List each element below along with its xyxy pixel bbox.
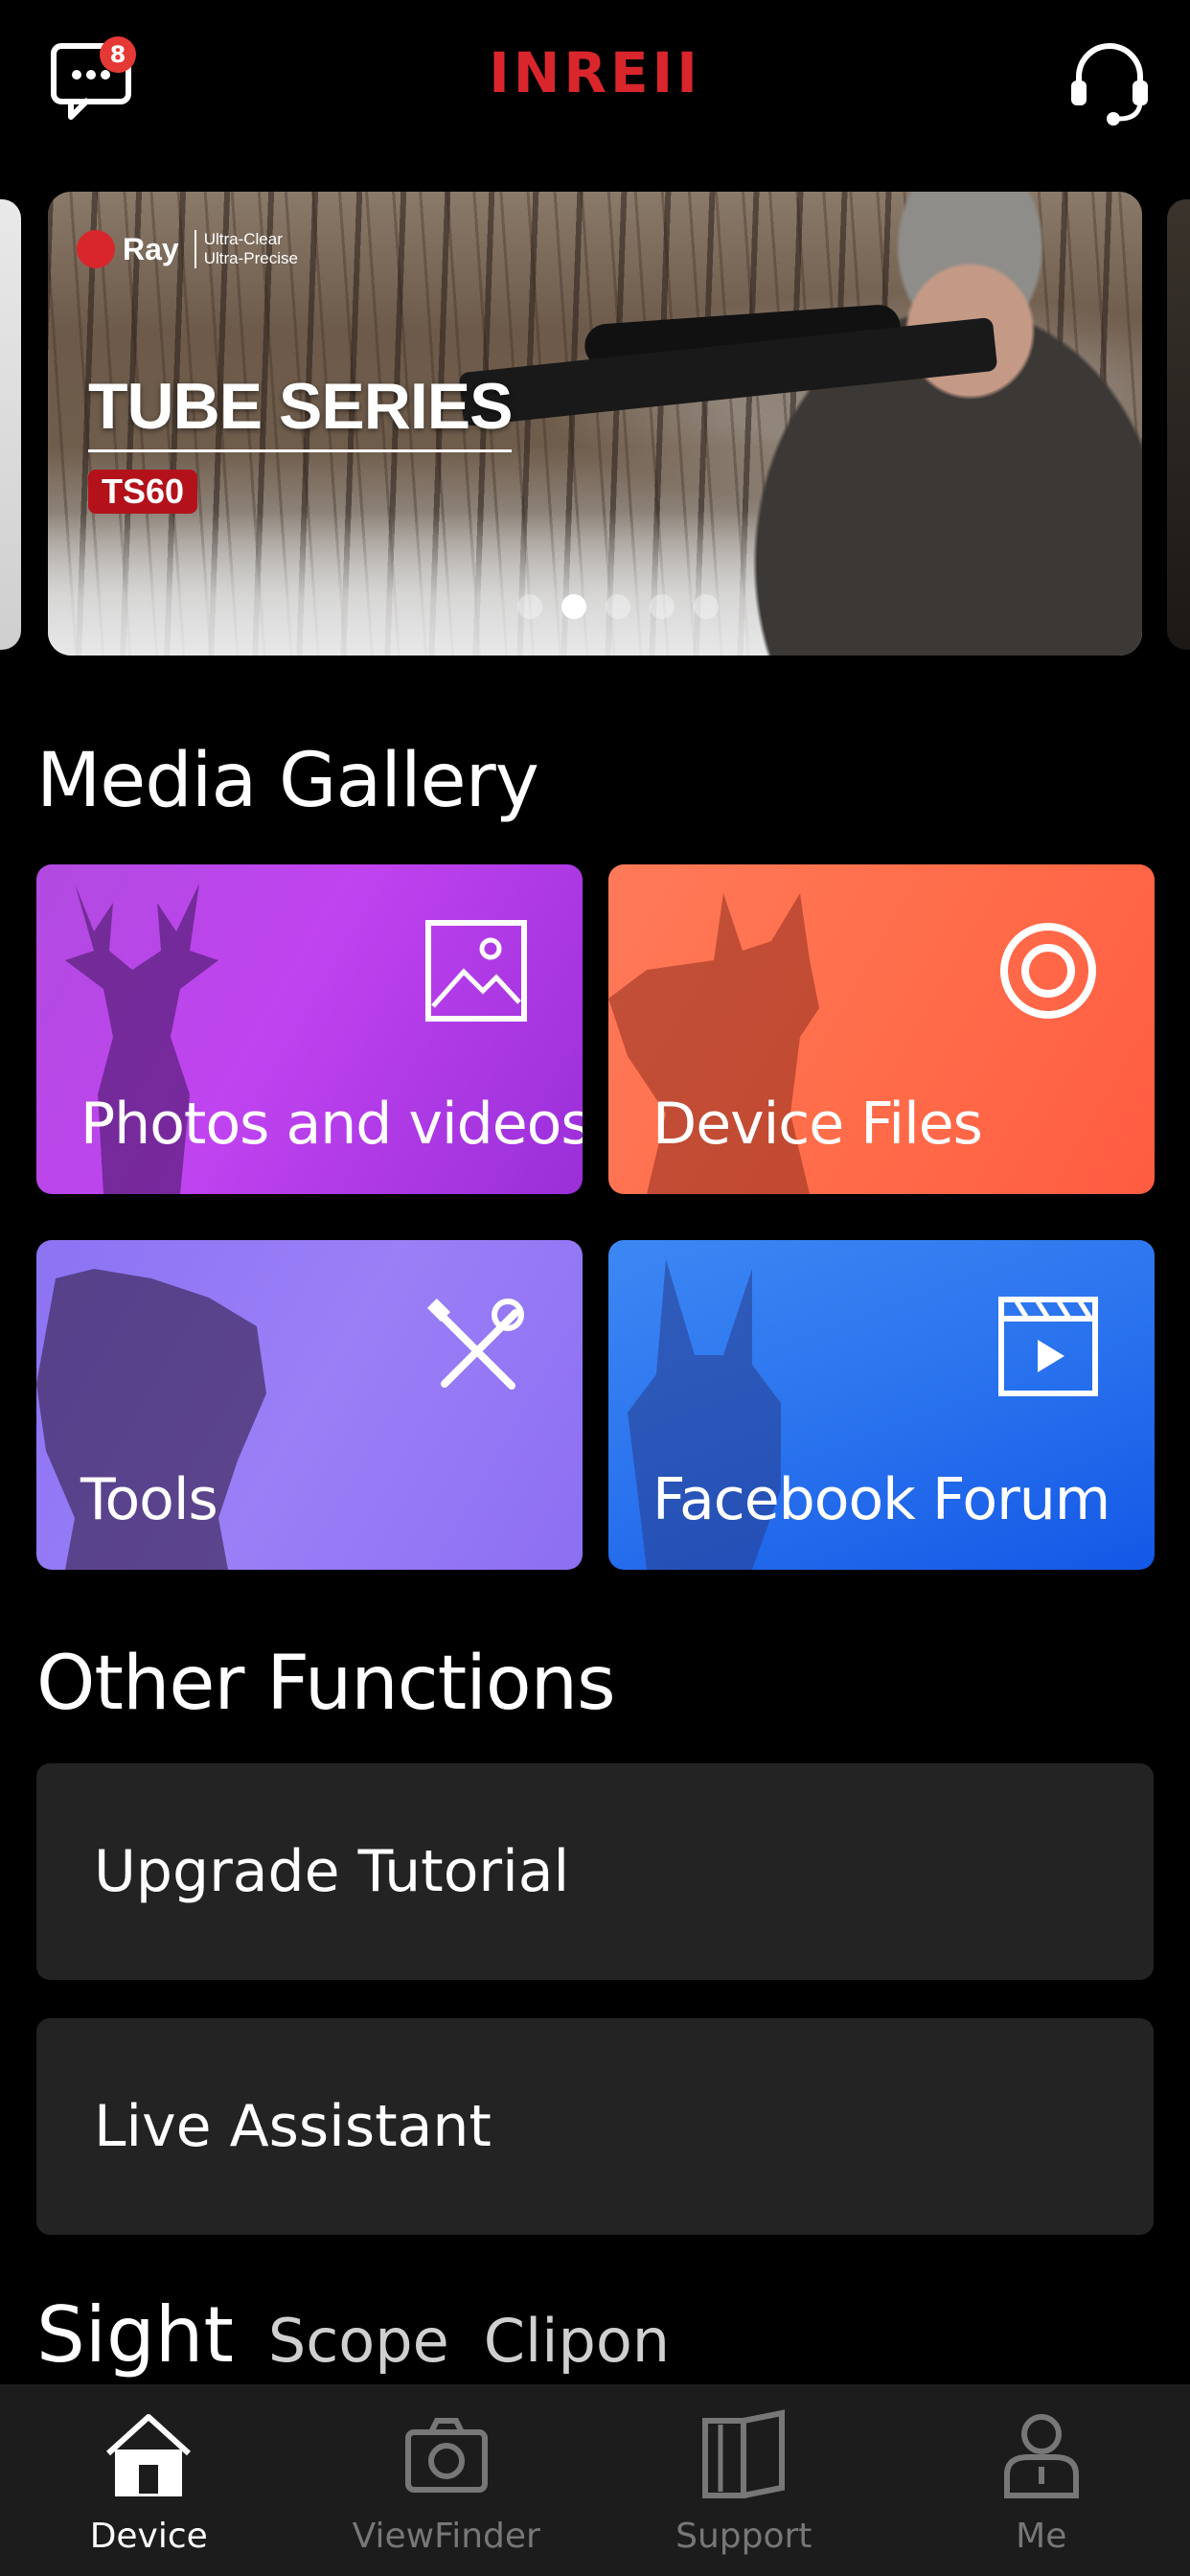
other-functions-title: Other Functions [36,1641,616,1727]
carousel-dot-active[interactable] [561,594,586,619]
carousel-dot[interactable] [694,594,719,619]
carousel-dot[interactable] [650,594,675,619]
device-files-tile[interactable]: Device Files [608,864,1155,1194]
banner-logo-tagline: Ultra-Clear Ultra-Precise [194,230,298,268]
banner-photo-hunter [661,192,1142,656]
nav-label: Support [675,2517,812,2556]
nav-viewfinder[interactable]: ViewFinder [298,2384,596,2576]
list-item-label: Live Assistant [94,2093,492,2160]
banner-model-tag: TS60 [88,470,198,514]
tools-icon [426,1298,524,1390]
brand-mark-icon [77,230,115,268]
nav-label: Me [1016,2517,1067,2556]
nav-label: Device [89,2517,208,2556]
tile-label: Facebook Forum [652,1466,1110,1533]
banner-title: TUBE SERIES [88,369,513,452]
carousel-prev-slide[interactable] [0,199,21,650]
carousel-dot[interactable] [517,594,542,619]
bottom-navigation: Device ViewFinder Support Me [0,2384,1190,2576]
carousel-dot[interactable] [606,594,630,619]
book-icon [702,2409,786,2498]
carousel-next-slide[interactable] [1167,199,1190,650]
camera-icon [404,2418,488,2493]
nav-support[interactable]: Support [595,2384,893,2576]
video-icon [998,1297,1098,1396]
header: 8 INREII [0,0,1190,163]
tile-label: Photos and videos [80,1091,583,1158]
customer-service-button[interactable] [1065,38,1154,126]
banner-brand-logo: Ray Ultra-Clear Ultra-Precise [77,230,298,268]
nav-me[interactable]: Me [893,2384,1190,2576]
carousel-slide-active[interactable]: Ray Ultra-Clear Ultra-Precise TUBE SERIE… [48,192,1142,656]
tab-scope[interactable]: Scope [268,2306,449,2376]
banner-logo-text: Ray [123,231,179,266]
promo-carousel[interactable]: Ray Ultra-Clear Ultra-Precise TUBE SERIE… [0,192,1190,656]
upgrade-tutorial-item[interactable]: Upgrade Tutorial [36,1763,1154,1980]
carousel-indicators [517,594,719,619]
tools-tile[interactable]: Tools [36,1240,583,1570]
nav-label: ViewFinder [352,2517,540,2556]
home-icon [106,2414,192,2496]
tab-sight[interactable]: Sight [36,2290,234,2380]
headset-icon [1071,43,1148,126]
tile-label: Tools [80,1466,218,1533]
nav-device[interactable]: Device [0,2384,298,2576]
list-item-label: Upgrade Tutorial [94,1838,570,1905]
device-category-tabs: Sight Scope Clipon [36,2290,670,2380]
target-icon [1000,923,1096,1019]
person-icon [1003,2414,1079,2498]
tab-clipon[interactable]: Clipon [484,2306,670,2376]
live-assistant-item[interactable]: Live Assistant [36,2018,1154,2235]
tile-label: Device Files [652,1091,983,1158]
photos-and-videos-tile[interactable]: Photos and videos [36,864,583,1194]
image-icon [425,920,527,1022]
brand-logo: INREII [489,40,701,105]
media-gallery-title: Media Gallery [36,738,539,824]
facebook-forum-tile[interactable]: Facebook Forum [608,1240,1155,1570]
